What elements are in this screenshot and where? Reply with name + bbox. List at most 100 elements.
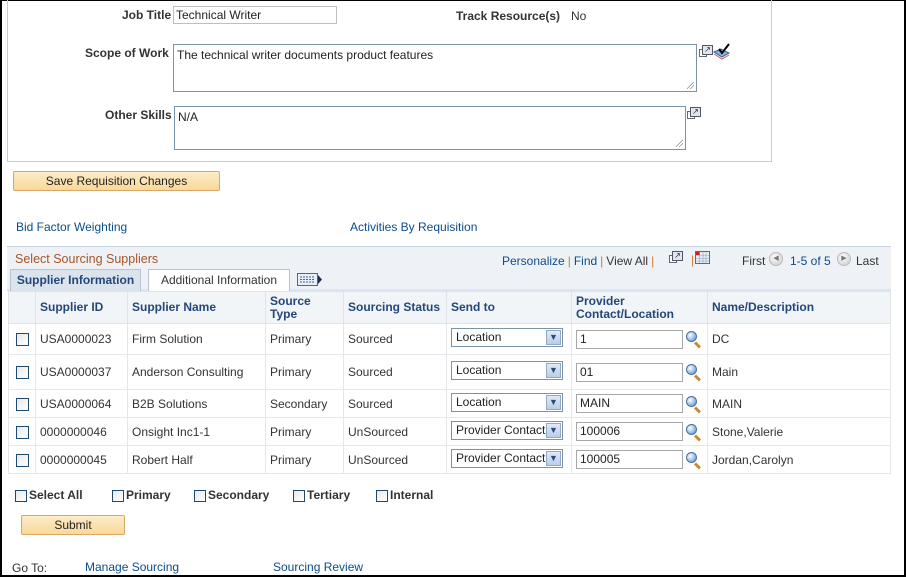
send-to-value: Location <box>456 363 502 377</box>
row-select-cell <box>8 354 36 390</box>
name-description-cell: MAIN <box>707 389 891 418</box>
show-all-columns-icon[interactable] <box>297 273 323 286</box>
checkbox-icon[interactable] <box>293 489 305 502</box>
table-row: 0000000045 Robert Half Primary UnSourced Pro… <box>8 445 891 474</box>
send-to-select[interactable]: Location ▼ <box>451 361 563 380</box>
internal-checkbox[interactable]: Internal <box>376 488 433 502</box>
find-link[interactable]: Find <box>574 254 597 268</box>
bid-factor-weighting-link[interactable]: Bid Factor Weighting <box>16 220 127 234</box>
checkbox-icon[interactable] <box>112 489 124 502</box>
expand-text-icon[interactable]: ↗ <box>687 107 701 120</box>
source-type-cell: Primary <box>265 323 344 355</box>
row-checkbox[interactable] <box>15 425 29 439</box>
chevron-down-icon[interactable]: ▼ <box>546 422 561 438</box>
download-spreadsheet-icon[interactable] <box>695 251 710 264</box>
personalize-link[interactable]: Personalize <box>502 254 565 268</box>
column-header-send-to[interactable]: Send to <box>446 291 572 324</box>
checkbox-icon[interactable] <box>15 489 27 502</box>
secondary-checkbox[interactable]: Secondary <box>194 488 269 502</box>
save-requisition-changes-button[interactable]: Save Requisition Changes <box>13 171 220 191</box>
tab-additional-information[interactable]: Additional Information <box>148 269 290 291</box>
separator: | <box>600 254 604 268</box>
spell-check-icon[interactable] <box>713 43 731 60</box>
source-type-cell: Primary <box>265 445 344 474</box>
view-all-link[interactable]: View All <box>606 254 648 268</box>
chevron-down-icon[interactable]: ▼ <box>546 394 561 410</box>
job-title-field[interactable]: Technical Writer <box>173 6 337 24</box>
primary-checkbox[interactable]: Primary <box>112 488 171 502</box>
sourcing-status-cell: Sourced <box>343 389 447 418</box>
separator: | <box>691 253 695 267</box>
activities-by-requisition-link[interactable]: Activities By Requisition <box>350 220 477 234</box>
next-arrow-icon[interactable]: ▶ <box>837 252 851 266</box>
other-skills-text: N/A <box>178 110 199 124</box>
checkbox-icon[interactable] <box>376 489 388 502</box>
manage-sourcing-link[interactable]: Manage Sourcing <box>85 560 179 574</box>
resize-handle-icon[interactable] <box>676 140 683 147</box>
row-select-cell <box>8 417 36 446</box>
send-to-select[interactable]: Location ▼ <box>451 392 563 412</box>
send-to-select[interactable]: Provider Contact ▼ <box>451 420 563 440</box>
column-header-provider-contact[interactable]: Provider Contact/Location <box>571 291 708 324</box>
tertiary-label: Tertiary <box>307 488 351 502</box>
resize-handle-icon[interactable] <box>687 82 694 89</box>
expand-text-icon[interactable]: ↗ <box>699 45 713 58</box>
lookup-search-icon[interactable] <box>686 395 702 414</box>
lookup-search-icon[interactable] <box>686 331 702 349</box>
last-label: Last <box>856 254 879 268</box>
provider-contact-input[interactable]: MAIN <box>576 394 683 413</box>
send-to-select[interactable]: Provider Contact ▼ <box>451 448 563 468</box>
provider-contact-cell: MAIN <box>571 389 708 418</box>
submit-button[interactable]: Submit <box>21 515 125 535</box>
row-checkbox[interactable] <box>15 333 29 347</box>
column-header-sourcing-status[interactable]: Sourcing Status <box>343 291 447 324</box>
row-select-cell <box>8 323 36 355</box>
tertiary-checkbox[interactable]: Tertiary <box>293 488 350 502</box>
supplier-name-cell: Anderson Consulting <box>127 354 266 390</box>
row-checkbox[interactable] <box>15 366 29 380</box>
column-header-supplier-id[interactable]: Supplier ID <box>35 291 128 324</box>
first-label: First <box>742 254 766 268</box>
column-header-supplier-name[interactable]: Supplier Name <box>127 291 266 324</box>
lookup-search-icon[interactable] <box>686 364 702 382</box>
zoom-grid-icon[interactable]: ↗ <box>669 251 683 264</box>
chevron-down-icon[interactable]: ▼ <box>546 330 561 345</box>
scope-of-work-label: Scope of Work <box>85 46 169 60</box>
row-range-text: 1-5 of 5 <box>790 254 831 268</box>
supplier-id-cell: 0000000046 <box>35 417 128 446</box>
provider-contact-input[interactable]: 100005 <box>576 450 683 469</box>
lookup-search-icon[interactable] <box>686 451 702 470</box>
supplier-name-cell: Robert Half <box>127 445 266 474</box>
send-to-cell: Location ▼ <box>446 389 572 418</box>
primary-label: Primary <box>126 488 171 502</box>
send-to-select[interactable]: Location ▼ <box>451 328 563 347</box>
table-row: USA0000023 Firm Solution Primary Sourced Loc… <box>8 323 891 355</box>
provider-contact-input[interactable]: 100006 <box>576 422 683 441</box>
supplier-id-cell: 0000000045 <box>35 445 128 474</box>
row-checkbox[interactable] <box>15 453 29 467</box>
sourcing-review-link[interactable]: Sourcing Review <box>273 560 363 574</box>
supplier-id-cell: USA0000023 <box>35 323 128 355</box>
source-type-cell: Primary <box>265 417 344 446</box>
source-type-cell: Primary <box>265 354 344 390</box>
sourcing-status-cell: Sourced <box>343 323 447 355</box>
job-title-label: Job Title <box>122 8 172 22</box>
supplier-name-cell: B2B Solutions <box>127 389 266 418</box>
chevron-down-icon[interactable]: ▼ <box>546 363 561 378</box>
chevron-down-icon[interactable]: ▼ <box>546 450 561 466</box>
checkbox-icon[interactable] <box>194 489 206 502</box>
column-header-name-description[interactable]: Name/Description <box>707 291 891 324</box>
previous-arrow-icon[interactable]: ◀ <box>769 252 783 266</box>
provider-contact-input[interactable]: 1 <box>576 329 683 349</box>
provider-contact-input[interactable]: 01 <box>576 362 683 382</box>
row-checkbox[interactable] <box>15 397 29 411</box>
send-to-cell: Provider Contact ▼ <box>446 417 572 446</box>
tab-supplier-information[interactable]: Supplier Information <box>10 269 141 291</box>
scope-of-work-text: The technical writer documents product f… <box>177 48 434 62</box>
lookup-search-icon[interactable] <box>686 423 702 442</box>
name-description-cell: Stone,Valerie <box>707 417 891 446</box>
column-header-source-type[interactable]: Source Type <box>265 291 344 324</box>
other-skills-textarea[interactable]: N/A <box>174 106 686 150</box>
select-all-checkbox[interactable]: Select All <box>15 488 83 502</box>
scope-of-work-textarea[interactable]: The technical writer documents product f… <box>173 44 697 92</box>
